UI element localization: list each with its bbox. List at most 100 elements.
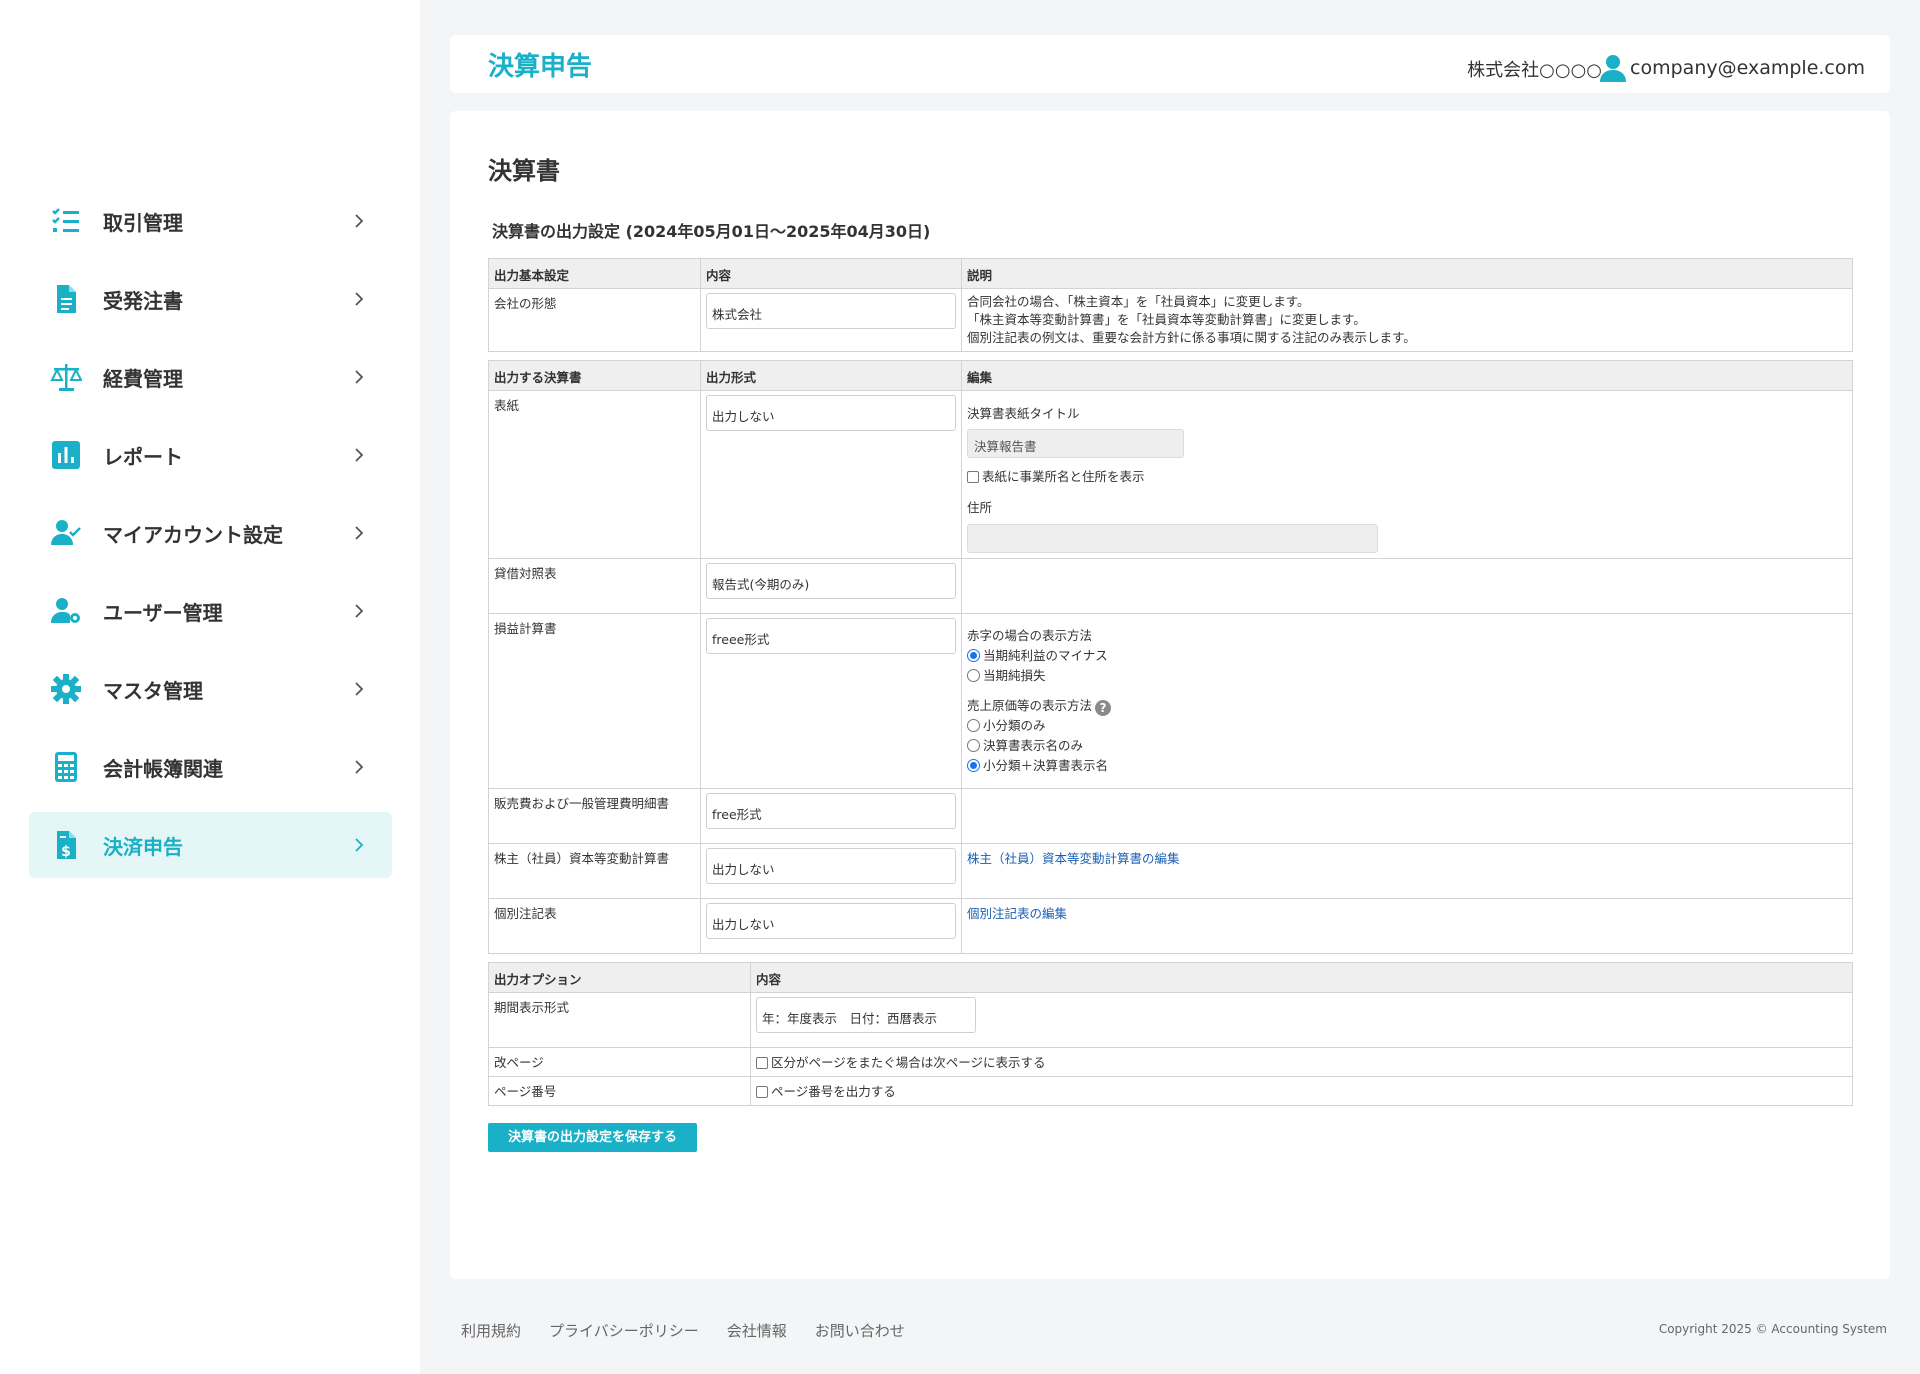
cover-title-input[interactable]: 決算報告書 bbox=[967, 429, 1184, 458]
cover-format-select[interactable]: 出力しない bbox=[706, 395, 956, 431]
chevron-right-icon bbox=[348, 444, 370, 466]
notes-format-select[interactable]: 出力しない bbox=[706, 903, 956, 939]
sidebar-item-label: レポート bbox=[103, 444, 183, 469]
field-label: 住所 bbox=[967, 500, 993, 515]
row-label: ページ番号 bbox=[488, 1076, 751, 1106]
sidebar-item-label: 取引管理 bbox=[103, 210, 183, 235]
period-format-select[interactable]: 年：年度表示 日付：西暦表示 bbox=[756, 997, 976, 1033]
table-header: 説明 bbox=[961, 258, 1853, 289]
section-subtitle: 決算書の出力設定 (2024年05月01日〜2025年04月30日) bbox=[492, 222, 931, 241]
pagenum-checkbox-row[interactable]: ページ番号を出力する bbox=[750, 1076, 1853, 1106]
table-header: 出力基本設定 bbox=[488, 258, 701, 289]
address-input[interactable] bbox=[967, 524, 1378, 553]
row-label: 株主（社員）資本等変動計算書 bbox=[488, 843, 701, 899]
notes-edit-link[interactable]: 個別注記表の編集 bbox=[967, 906, 1067, 921]
show-address-checkbox[interactable] bbox=[967, 471, 979, 483]
footer-link-terms[interactable]: 利用規約 bbox=[461, 1320, 521, 1341]
row-label: 会社の形態 bbox=[488, 288, 701, 352]
pagebreak-checkbox[interactable] bbox=[756, 1057, 768, 1069]
chevron-right-icon bbox=[348, 210, 370, 232]
show-address-checkbox-row[interactable]: 表紙に事業所名と住所を表示 bbox=[967, 466, 1847, 485]
description-line: 個別注記表の例文は、重要な会計方針に係る事項に関する注記のみ表示します。 bbox=[967, 330, 1416, 345]
sidebar-item-label: 決済申告 bbox=[103, 834, 183, 859]
chevron-right-icon bbox=[348, 288, 370, 310]
field-label: 売上原価等の表示方法? bbox=[967, 696, 1847, 716]
output-options-table: 出力オプション 内容 期間表示形式 年：年度表示 日付：西暦表示 改ページ 区分… bbox=[488, 962, 1853, 1106]
company-type-select[interactable]: 株式会社 bbox=[706, 293, 956, 329]
radio-option[interactable]: 決算書表示名のみ bbox=[967, 736, 1847, 756]
sidebar-item-label: マイアカウント設定 bbox=[103, 522, 283, 547]
sidebar-item-users[interactable]: ユーザー管理 bbox=[29, 578, 392, 644]
balance-format-select[interactable]: 報告式(今期のみ) bbox=[706, 563, 956, 599]
chevron-right-icon bbox=[348, 756, 370, 778]
sidebar-item-label: 会計帳簿関連 bbox=[103, 756, 223, 781]
sidebar-item-label: ユーザー管理 bbox=[103, 600, 223, 625]
row-label: 表紙 bbox=[488, 390, 701, 559]
table-header: 内容 bbox=[750, 962, 1853, 993]
checklist-icon bbox=[49, 204, 83, 238]
basic-settings-table: 出力基本設定 内容 説明 会社の形態 株式会社 合同会社の場合、「株主資本」を「… bbox=[488, 258, 1853, 352]
row-label: 期間表示形式 bbox=[488, 992, 751, 1048]
sidebar-nav: 取引管理 受発注書 経費管理 レポート マイアカウント設定 ユーザー管理 マスタ… bbox=[29, 188, 392, 890]
radio-button[interactable] bbox=[967, 669, 980, 682]
sidebar-item-my-account[interactable]: マイアカウント設定 bbox=[29, 500, 392, 566]
user-email: company@example.com bbox=[1630, 57, 1865, 79]
description-line: 「株主資本等変動計算書」を「社員資本等変動計算書」に変更します。 bbox=[967, 312, 1366, 327]
save-settings-button[interactable]: 決算書の出力設定を保存する bbox=[488, 1123, 697, 1152]
top-header: 決算申告 株式会社○○○○ company@example.com bbox=[450, 35, 1890, 93]
sidebar-item-orders[interactable]: 受発注書 bbox=[29, 266, 392, 332]
pagenum-checkbox[interactable] bbox=[756, 1086, 768, 1098]
sga-format-select[interactable]: free形式 bbox=[706, 793, 956, 829]
pl-format-select[interactable]: freee形式 bbox=[706, 618, 956, 654]
equity-format-select[interactable]: 出力しない bbox=[706, 848, 956, 884]
gear-icon bbox=[49, 672, 83, 706]
field-label: 赤字の場合の表示方法 bbox=[967, 628, 1093, 643]
sidebar-item-master[interactable]: マスタ管理 bbox=[29, 656, 392, 722]
user-gear-icon bbox=[49, 594, 83, 628]
table-header: 編集 bbox=[961, 360, 1853, 391]
user-menu[interactable]: company@example.com bbox=[1600, 54, 1865, 82]
radio-button[interactable] bbox=[967, 649, 980, 662]
radio-option[interactable]: 当期純利益のマイナス bbox=[967, 646, 1847, 666]
radio-button[interactable] bbox=[967, 759, 980, 772]
sidebar-item-ledgers[interactable]: 会計帳簿関連 bbox=[29, 734, 392, 800]
footer-link-company[interactable]: 会社情報 bbox=[727, 1320, 787, 1341]
user-icon bbox=[1600, 55, 1627, 82]
description-line: 合同会社の場合、「株主資本」を「社員資本」に変更します。 bbox=[967, 294, 1310, 309]
radio-button[interactable] bbox=[967, 739, 980, 752]
row-label: 損益計算書 bbox=[488, 613, 701, 789]
row-label: 貸借対照表 bbox=[488, 558, 701, 614]
sidebar-item-reports[interactable]: レポート bbox=[29, 422, 392, 488]
sidebar-item-tax-filing[interactable]: $ 決済申告 bbox=[29, 812, 392, 878]
invoice-dollar-icon: $ bbox=[49, 828, 83, 862]
table-header: 出力する決算書 bbox=[488, 360, 701, 391]
chevron-right-icon bbox=[348, 834, 370, 856]
footer-link-privacy[interactable]: プライバシーポリシー bbox=[549, 1320, 699, 1341]
sidebar-item-label: 受発注書 bbox=[103, 288, 183, 313]
equity-edit-link[interactable]: 株主（社員）資本等変動計算書の編集 bbox=[967, 851, 1180, 866]
pagebreak-checkbox-row[interactable]: 区分がページをまたぐ場合は次ページに表示する bbox=[750, 1047, 1853, 1077]
calculator-icon bbox=[49, 750, 83, 784]
field-label: 決算書表紙タイトル bbox=[967, 406, 1080, 421]
scale-icon bbox=[49, 360, 83, 394]
user-check-icon bbox=[49, 516, 83, 550]
svg-text:$: $ bbox=[61, 844, 71, 860]
radio-option[interactable]: 小分類＋決算書表示名 bbox=[967, 756, 1847, 776]
sidebar-item-transactions[interactable]: 取引管理 bbox=[29, 188, 392, 254]
footer-links: 利用規約 プライバシーポリシー 会社情報 お問い合わせ bbox=[461, 1320, 905, 1341]
checkbox-label: 表紙に事業所名と住所を表示 bbox=[982, 469, 1145, 484]
statements-table: 出力する決算書 出力形式 編集 表紙 出力しない 決算書表紙タイトル 決算報告書… bbox=[488, 360, 1853, 954]
table-header: 出力オプション bbox=[488, 962, 751, 993]
help-icon[interactable]: ? bbox=[1095, 700, 1112, 716]
row-label: 個別注記表 bbox=[488, 898, 701, 954]
radio-option[interactable]: 当期純損失 bbox=[967, 666, 1847, 686]
main-card: 決算書 決算書の出力設定 (2024年05月01日〜2025年04月30日) 出… bbox=[450, 111, 1890, 1279]
copyright: Copyright 2025 © Accounting System bbox=[1658, 1322, 1887, 1336]
radio-option[interactable]: 小分類のみ bbox=[967, 716, 1847, 736]
footer-link-contact[interactable]: お問い合わせ bbox=[815, 1320, 905, 1341]
radio-button[interactable] bbox=[967, 719, 980, 732]
chevron-right-icon bbox=[348, 366, 370, 388]
row-label: 販売費および一般管理費明細書 bbox=[488, 788, 701, 844]
table-header: 内容 bbox=[700, 258, 962, 289]
sidebar-item-expenses[interactable]: 経費管理 bbox=[29, 344, 392, 410]
